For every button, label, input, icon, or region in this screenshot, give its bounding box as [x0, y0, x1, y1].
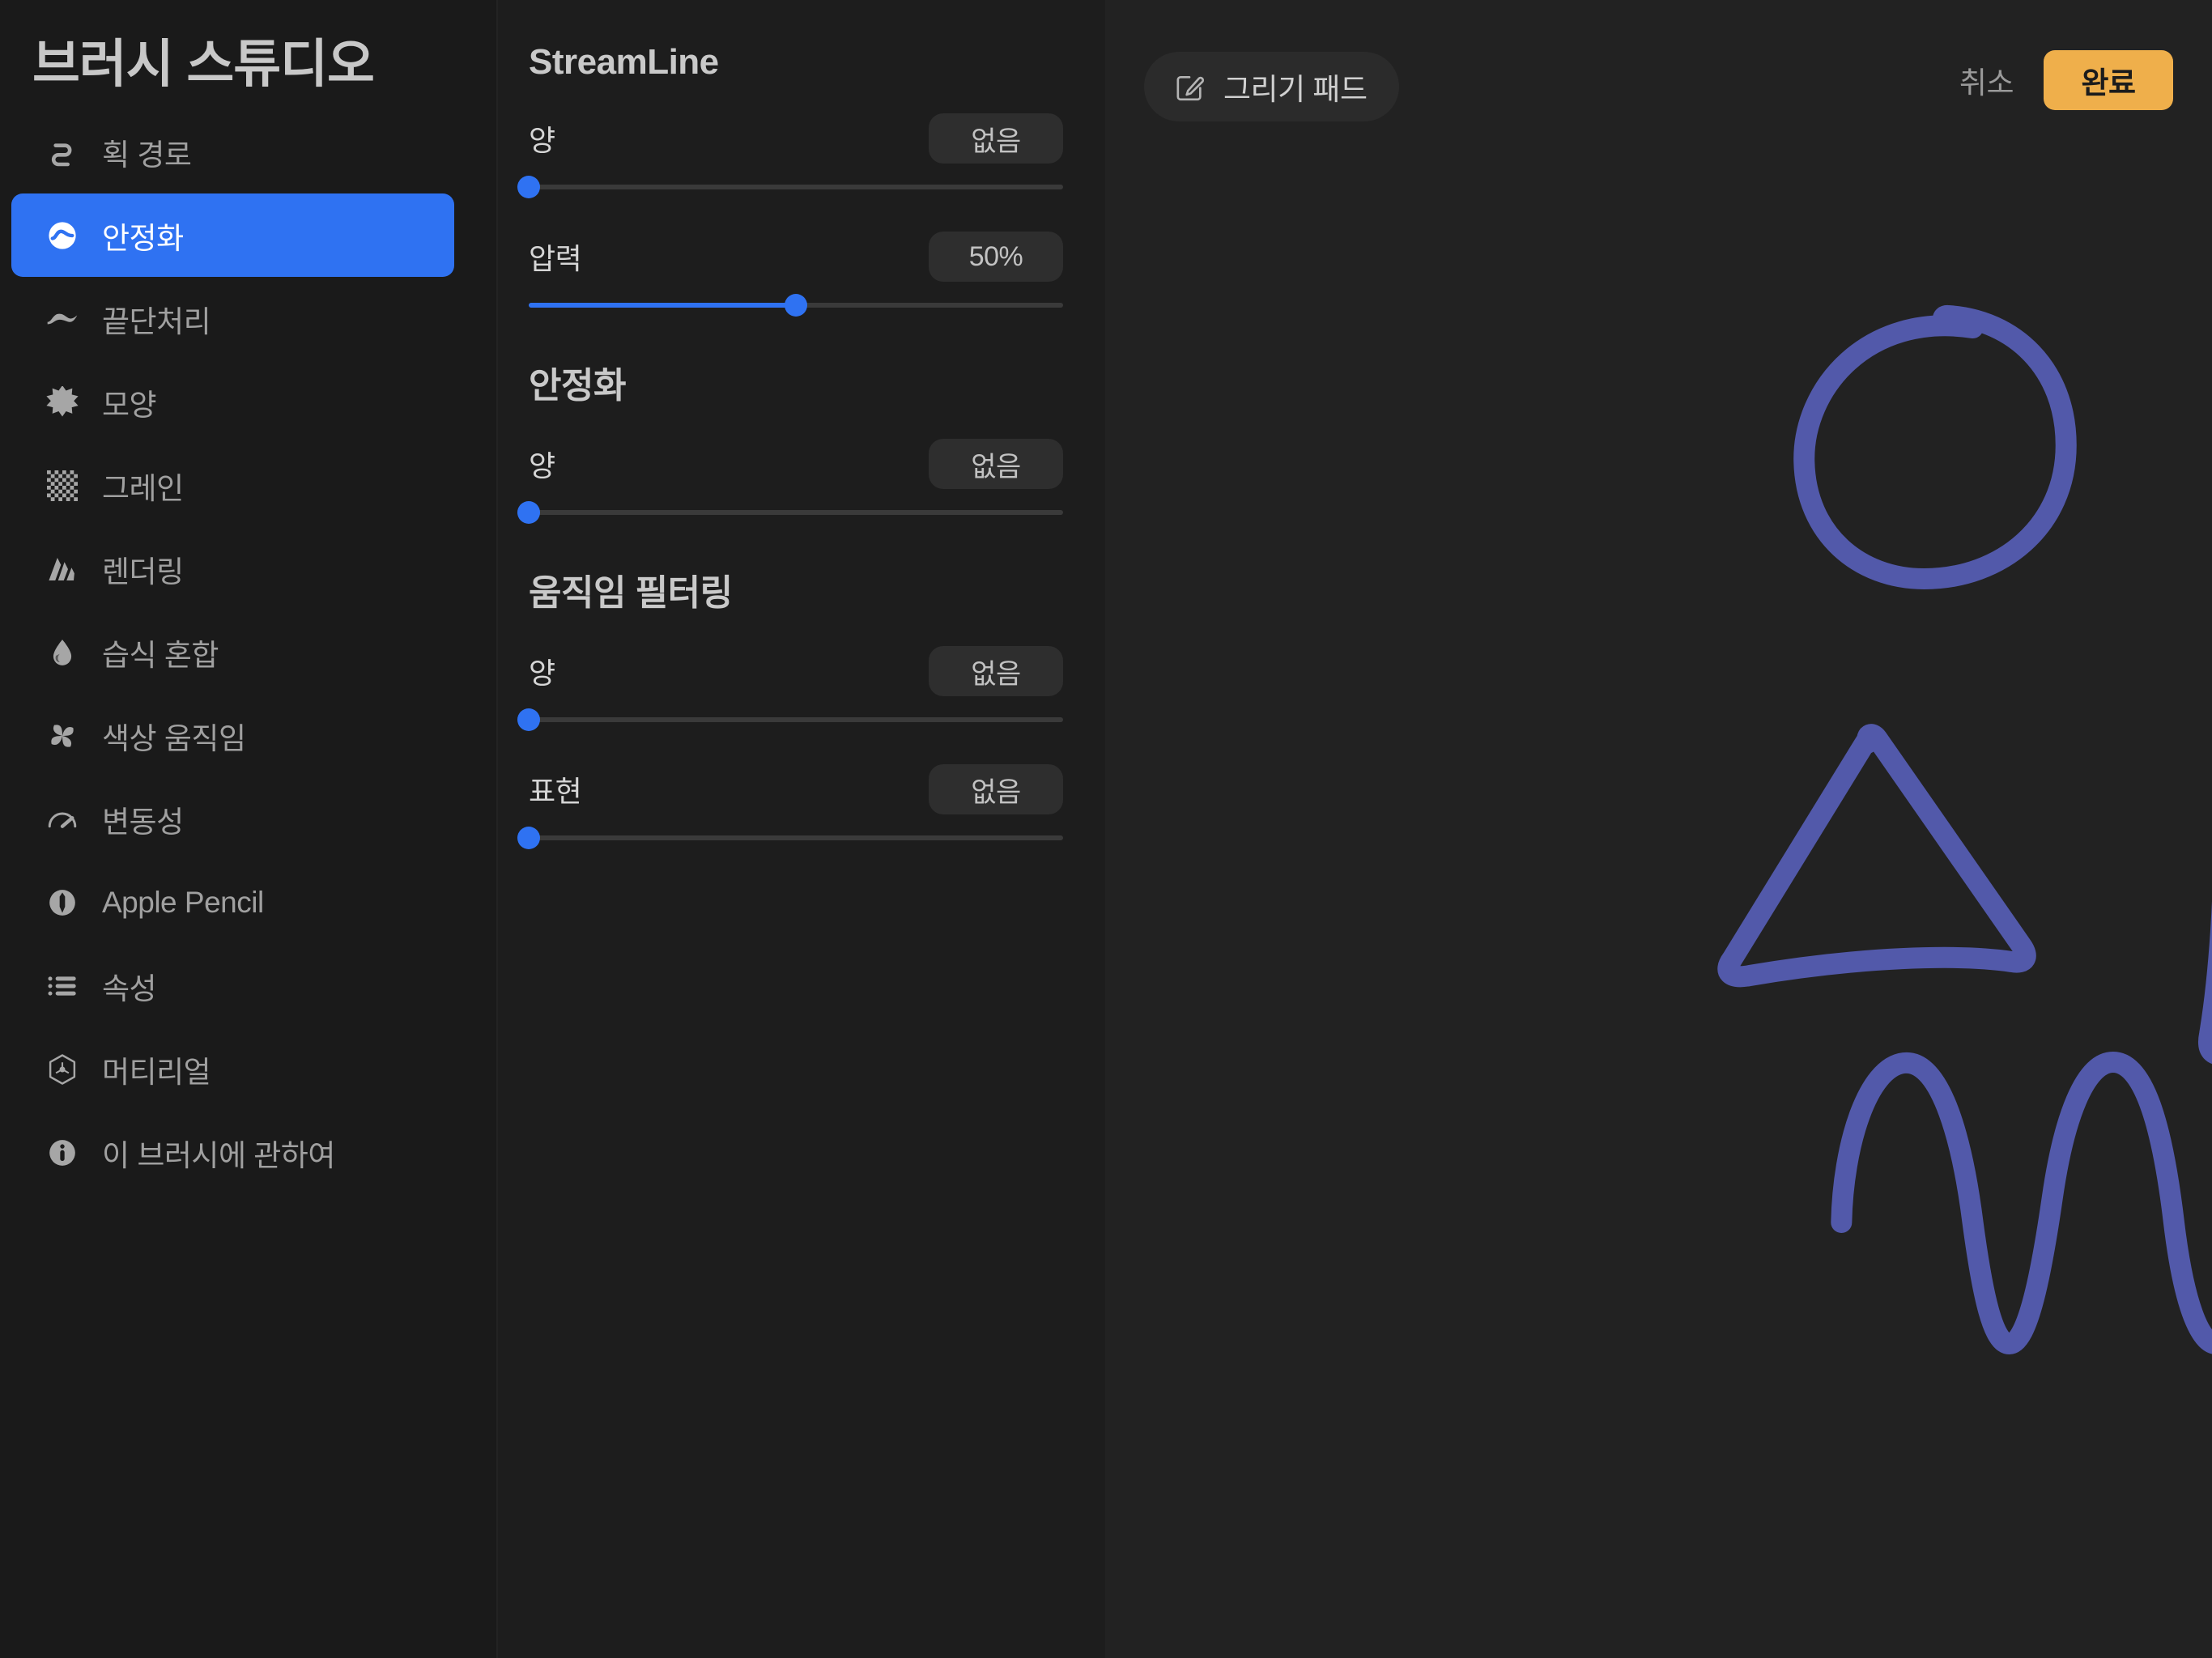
sidebar-item-rendering[interactable]: 렌더링 [11, 527, 454, 610]
setting-value-pill[interactable]: 없음 [929, 646, 1063, 696]
setting-value: 없음 [971, 125, 1021, 157]
wave-stroke [1831, 1052, 2212, 1354]
slider-knob[interactable] [517, 501, 540, 524]
brush-studio-window: 브러시 스튜디오 획 경로 안정화 끝단처리 모양 그레인 렌더링 습식 혼합 … [0, 0, 2212, 1658]
sidebar-item-label: 안정화 [102, 221, 184, 255]
grain-icon [44, 467, 81, 504]
sidebar: 브러시 스튜디오 획 경로 안정화 끝단처리 모양 그레인 렌더링 습식 혼합 … [0, 0, 498, 1658]
sidebar-item-label: 머티리얼 [102, 1055, 211, 1089]
sidebar-nav: 획 경로 안정화 끝단처리 모양 그레인 렌더링 습식 혼합 색상 움직임 변동… [0, 110, 496, 1194]
sidebar-item-grain[interactable]: 그레인 [11, 444, 454, 527]
apple-pencil-icon [44, 884, 81, 921]
setting-value: 없음 [971, 776, 1021, 808]
properties-icon [44, 967, 81, 1005]
sidebar-item-stroke-path[interactable]: 획 경로 [11, 110, 454, 193]
setting-row-streamline-pressure: 압력 50% [498, 232, 1105, 319]
slider-knob[interactable] [517, 176, 540, 198]
slider-knob[interactable] [517, 827, 540, 849]
slider-track [529, 185, 1063, 189]
setting-value: 없음 [971, 658, 1021, 690]
sidebar-item-label: 획 경로 [102, 138, 192, 172]
setting-row-streamline-amount: 양 없음 [498, 113, 1105, 201]
sidebar-item-label: 습식 혼합 [102, 638, 219, 672]
sidebar-item-about-brush[interactable]: 이 브러시에 관하여 [11, 1111, 454, 1194]
sidebar-item-variability[interactable]: 변동성 [11, 777, 454, 861]
setting-row-motion-amount: 양 없음 [498, 646, 1105, 733]
setting-value-pill[interactable]: 없음 [929, 113, 1063, 164]
setting-label: 양 [529, 124, 555, 157]
page-title: 브러시 스튜디오 [32, 35, 375, 93]
sidebar-item-label: 렌더링 [102, 555, 184, 589]
slider-knob[interactable] [517, 708, 540, 731]
setting-row-motion-expression: 표현 없음 [498, 764, 1105, 852]
stroke-path-icon [44, 134, 81, 171]
setting-label: 압력 [529, 242, 582, 275]
sidebar-item-label: 변동성 [102, 805, 184, 839]
taper-icon [44, 300, 81, 338]
section-title-streamline: StreamLine [529, 42, 719, 82]
slider-stabilization-amount[interactable] [517, 499, 1063, 526]
sidebar-item-material[interactable]: 머티리얼 [11, 1027, 454, 1111]
slider-track [529, 835, 1063, 840]
rendering-icon [44, 551, 81, 588]
sidebar-item-label: Apple Pencil [102, 885, 264, 919]
material-icon [44, 1051, 81, 1088]
sidebar-item-label: 이 브러시에 관하여 [102, 1138, 335, 1172]
setting-value-pill[interactable]: 없음 [929, 439, 1063, 489]
slider-motion-amount[interactable] [517, 706, 1063, 733]
slider-streamline-pressure[interactable] [529, 291, 1063, 319]
sidebar-item-wet-mix[interactable]: 습식 혼합 [11, 610, 454, 694]
sidebar-item-label: 속성 [102, 971, 157, 1005]
setting-value-pill[interactable]: 없음 [929, 764, 1063, 814]
shape-icon [44, 384, 81, 421]
sidebar-item-label: 모양 [102, 388, 157, 422]
slider-fill [529, 303, 796, 308]
square-stroke [2198, 810, 2212, 1064]
triangle-stroke [1717, 724, 2036, 988]
section-title-motion-filtering: 움직임 필터링 [529, 573, 733, 613]
sidebar-item-shape[interactable]: 모양 [11, 360, 454, 444]
sidebar-item-label: 색상 움직임 [102, 721, 246, 755]
slider-motion-expression[interactable] [517, 824, 1063, 852]
setting-label: 양 [529, 657, 555, 690]
sidebar-item-label: 그레인 [102, 471, 184, 505]
brush-preview-strokes [1717, 305, 2212, 1354]
stabilization-icon [44, 217, 81, 254]
section-title-stabilization: 안정화 [529, 366, 626, 406]
about-info-icon [44, 1134, 81, 1171]
slider-track [529, 717, 1063, 722]
sidebar-item-color-dynamics[interactable]: 색상 움직임 [11, 694, 454, 777]
slider-knob[interactable] [785, 294, 807, 317]
setting-value-pill[interactable]: 50% [929, 232, 1063, 282]
sidebar-item-apple-pencil[interactable]: Apple Pencil [11, 861, 454, 944]
setting-label: 표현 [529, 775, 582, 808]
sidebar-item-properties[interactable]: 속성 [11, 944, 454, 1027]
circle-stroke [1793, 305, 2077, 589]
setting-value: 없음 [971, 451, 1021, 483]
sidebar-item-label: 끝단처리 [102, 304, 211, 338]
setting-label: 양 [529, 449, 555, 483]
setting-value: 50% [968, 240, 1023, 272]
settings-panel: StreamLine 양 없음 압력 50% 안정화 양 없음 움직임 필터링 … [498, 0, 1105, 1658]
setting-row-stabilization-amount: 양 없음 [498, 439, 1105, 526]
drawing-pad-canvas[interactable]: 그리기 패드 취소 완료 [1105, 0, 2212, 1658]
color-dynamics-icon [44, 717, 81, 755]
wet-mix-icon [44, 634, 81, 671]
sidebar-item-taper[interactable]: 끝단처리 [11, 277, 454, 360]
slider-streamline-amount[interactable] [517, 173, 1063, 201]
slider-track [529, 510, 1063, 515]
variability-icon [44, 801, 81, 838]
sidebar-item-stabilization[interactable]: 안정화 [11, 193, 454, 278]
